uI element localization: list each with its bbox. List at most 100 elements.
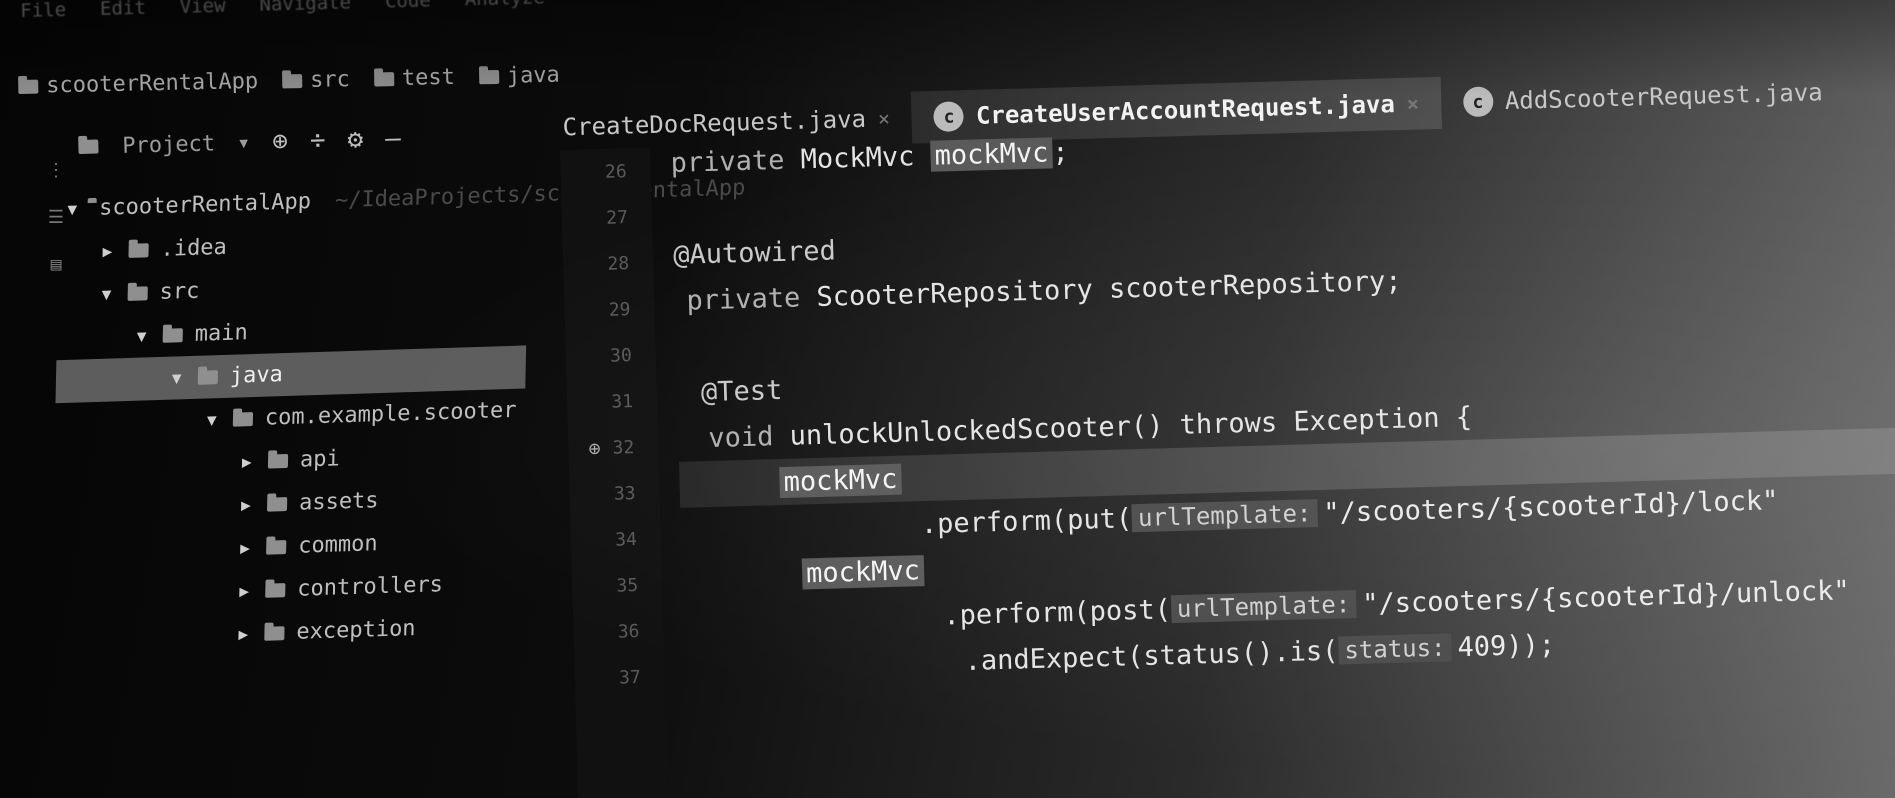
- chevron-down-icon[interactable]: ▾: [237, 130, 251, 155]
- breadcrumb-item-src[interactable]: src: [281, 67, 351, 93]
- folder-icon: [128, 242, 149, 258]
- line-number-text: 31: [611, 390, 634, 413]
- parameter-hint: status:: [1337, 633, 1452, 665]
- line-number[interactable]: 26: [560, 147, 651, 195]
- folder-icon: [197, 369, 219, 385]
- collapse-all-icon[interactable]: ÷: [310, 126, 326, 156]
- line-number-text: 37: [618, 666, 642, 689]
- project-toolbar: Project ▾ ⊕ ÷ ⚙ —: [78, 124, 401, 162]
- code-variable: mockMvc: [779, 463, 902, 498]
- close-icon[interactable]: ×: [878, 106, 891, 130]
- run-test-icon[interactable]: ⊕: [588, 436, 601, 460]
- chevron-right-icon[interactable]: ▶: [102, 241, 118, 260]
- menu-edit[interactable]: Edit: [100, 0, 146, 22]
- chevron-down-icon[interactable]: ▼: [102, 284, 118, 303]
- gear-icon[interactable]: ⚙: [347, 125, 363, 155]
- line-number[interactable]: 35: [572, 561, 663, 609]
- line-number[interactable]: 34: [570, 515, 661, 563]
- line-number-text: 26: [604, 160, 627, 183]
- code-variable: mockMvc: [801, 554, 925, 589]
- folder-icon: [162, 327, 183, 343]
- line-number-text: 27: [605, 206, 629, 229]
- parameter-hint: urlTemplate:: [1131, 499, 1318, 533]
- package-icon: [264, 625, 285, 641]
- package-icon: [266, 496, 288, 512]
- line-number-text: 36: [617, 620, 640, 643]
- menu-view[interactable]: View: [179, 0, 225, 20]
- code-call: .perform(post(: [942, 593, 1172, 632]
- breadcrumb-item-module[interactable]: scooterRentalApp: [18, 69, 258, 99]
- line-number-text: 33: [613, 482, 636, 505]
- code-editor[interactable]: private MockMvc mockMvc; @Autowired priv…: [670, 105, 1895, 798]
- code-keyword: private: [686, 281, 801, 317]
- line-number[interactable]: 28: [563, 239, 654, 287]
- tree-item-label: controllers: [297, 572, 444, 602]
- line-number-text: 34: [614, 528, 638, 551]
- chevron-right-icon[interactable]: ▶: [239, 581, 255, 600]
- tree-item-label: api: [299, 446, 341, 473]
- breadcrumb-item-test[interactable]: test: [373, 65, 455, 92]
- menu-file[interactable]: File: [20, 0, 66, 24]
- line-number-text: 35: [616, 574, 639, 597]
- main-menu: File Edit View Navigate Code Analyze: [20, 0, 545, 24]
- code-keyword: void: [707, 420, 774, 454]
- breadcrumb-label: java: [506, 62, 561, 89]
- line-number[interactable]: 29: [564, 285, 655, 333]
- line-number-text: 32: [612, 436, 635, 459]
- package-icon: [267, 453, 289, 469]
- project-view-icon: [78, 139, 99, 154]
- tree-item-label: scooterRentalApp: [98, 189, 312, 221]
- chevron-down-icon[interactable]: ▼: [67, 199, 77, 218]
- breadcrumb-label: src: [309, 67, 351, 93]
- ide-window: File Edit View Navigate Code Analyze sco…: [0, 0, 1895, 798]
- breadcrumb-item-java[interactable]: java: [478, 62, 561, 90]
- line-number[interactable]: 37: [574, 653, 665, 701]
- breadcrumb: scooterRentalApp src test java: [18, 63, 560, 99]
- close-icon[interactable]: ×: [1407, 91, 1420, 115]
- tree-item-label: common: [297, 531, 378, 559]
- code-punct: ;: [1051, 136, 1070, 168]
- folder-icon: [373, 71, 394, 87]
- breadcrumb-label: scooterRentalApp: [45, 68, 259, 99]
- parameter-hint: urlTemplate:: [1170, 590, 1357, 624]
- class-icon: c: [933, 101, 965, 132]
- code-annotation: @Autowired: [672, 234, 837, 271]
- chevron-right-icon[interactable]: ▶: [241, 495, 257, 514]
- package-icon: [232, 411, 254, 427]
- line-number[interactable]: 33: [569, 469, 660, 517]
- locate-icon[interactable]: ⊕: [272, 127, 288, 157]
- line-number[interactable]: 31: [566, 377, 657, 425]
- menu-navigate[interactable]: Navigate: [259, 0, 351, 18]
- code-annotation: @Test: [700, 374, 783, 408]
- tree-item-label: java: [229, 362, 284, 389]
- chevron-down-icon[interactable]: ▼: [137, 326, 153, 345]
- line-number[interactable]: 27: [561, 193, 652, 241]
- line-number[interactable]: 30: [565, 331, 656, 379]
- line-number-text: 29: [608, 298, 631, 321]
- chevron-right-icon[interactable]: ▶: [240, 538, 256, 557]
- code-keyword: private: [670, 144, 785, 179]
- line-number[interactable]: ⊕ 32: [568, 423, 659, 471]
- folder-icon: [281, 73, 303, 88]
- project-tree: ▼ scooterRentalApp ~/IdeaProjects/scooterR…: [47, 173, 746, 798]
- menu-code[interactable]: Code: [385, 0, 431, 14]
- folder-icon: [127, 285, 148, 301]
- structure-tool-icon[interactable]: ⋮: [47, 160, 65, 181]
- chevron-down-icon[interactable]: ▼: [172, 368, 188, 387]
- hide-panel-icon[interactable]: —: [385, 124, 401, 154]
- line-number-text: 28: [607, 252, 630, 275]
- code-variable: mockMvc: [930, 136, 1053, 172]
- code-call: .perform(put(: [920, 502, 1133, 540]
- menu-analyze[interactable]: Analyze: [464, 0, 545, 12]
- project-view-label[interactable]: Project: [122, 131, 215, 158]
- chevron-right-icon[interactable]: ▶: [242, 452, 258, 471]
- line-number[interactable]: 36: [573, 607, 664, 655]
- tree-item-label: src: [159, 278, 200, 305]
- tree-item-label: com.example.scooter: [264, 397, 517, 431]
- code-call: .andExpect(status().is(: [964, 635, 1339, 677]
- line-number-gutter: 26 27 28 29 30 31 ⊕ 32 33 34 35 36 37: [560, 147, 669, 798]
- chevron-down-icon[interactable]: ▼: [207, 410, 223, 429]
- code-string: "/scooters/{scooterId}/unlock": [1361, 574, 1851, 620]
- code-type: MockMvc: [783, 140, 932, 176]
- chevron-right-icon[interactable]: ▶: [238, 624, 254, 643]
